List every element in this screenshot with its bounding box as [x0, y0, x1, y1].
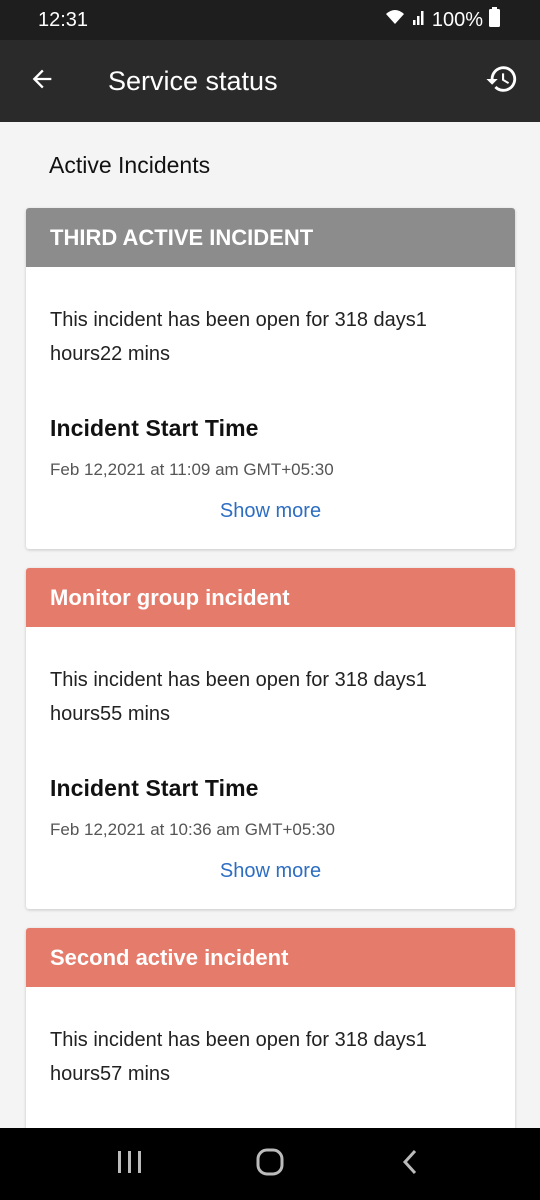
recent-apps-button[interactable]	[100, 1134, 160, 1194]
home-button[interactable]	[240, 1134, 300, 1194]
page-title: Service status	[108, 65, 278, 96]
incidents-list[interactable]: Active Incidents THIRD ACTIVE INCIDENT T…	[0, 122, 540, 1128]
incident-start-label: Incident Start Time	[50, 775, 259, 801]
status-time: 12:31	[38, 8, 89, 31]
home-icon	[255, 1147, 285, 1182]
back-nav-button[interactable]	[380, 1134, 440, 1194]
recent-apps-icon	[116, 1149, 144, 1180]
incident-open-duration: This incident has been open for 318 days…	[50, 1029, 427, 1085]
signal-icon	[412, 8, 426, 32]
back-button[interactable]	[0, 40, 84, 122]
incident-title: Monitor group incident	[26, 568, 515, 627]
incident-card[interactable]: Monitor group incident This incident has…	[26, 568, 515, 909]
wifi-icon	[384, 8, 406, 32]
system-nav-bar	[0, 1128, 540, 1200]
incident-start-time: Feb 12,2021 at 10:36 am GMT+05:30	[50, 820, 335, 839]
history-icon	[485, 62, 519, 101]
battery-icon	[489, 7, 500, 33]
chevron-left-icon	[399, 1148, 421, 1181]
show-more-link[interactable]: Show more	[50, 860, 491, 909]
status-indicators: 100%	[384, 7, 500, 33]
incident-open-duration: This incident has been open for 318 days…	[50, 669, 427, 725]
incident-card[interactable]: THIRD ACTIVE INCIDENT This incident has …	[26, 208, 515, 549]
show-more-link[interactable]: Show more	[50, 500, 491, 549]
incident-open-duration: This incident has been open for 318 days…	[50, 309, 427, 365]
incident-card[interactable]: Second active incident This incident has…	[26, 928, 515, 1128]
status-bar: 12:31 100%	[0, 0, 540, 40]
history-button[interactable]	[464, 40, 540, 122]
section-title: Active Incidents	[49, 152, 211, 178]
incident-title: Second active incident	[26, 928, 515, 987]
incident-start-label: Incident Start Time	[50, 415, 259, 441]
app-bar: Service status	[0, 40, 540, 122]
arrow-back-icon	[28, 65, 56, 98]
incident-title: THIRD ACTIVE INCIDENT	[26, 208, 515, 267]
incident-start-time: Feb 12,2021 at 11:09 am GMT+05:30	[50, 460, 334, 479]
battery-percent: 100%	[431, 8, 483, 31]
